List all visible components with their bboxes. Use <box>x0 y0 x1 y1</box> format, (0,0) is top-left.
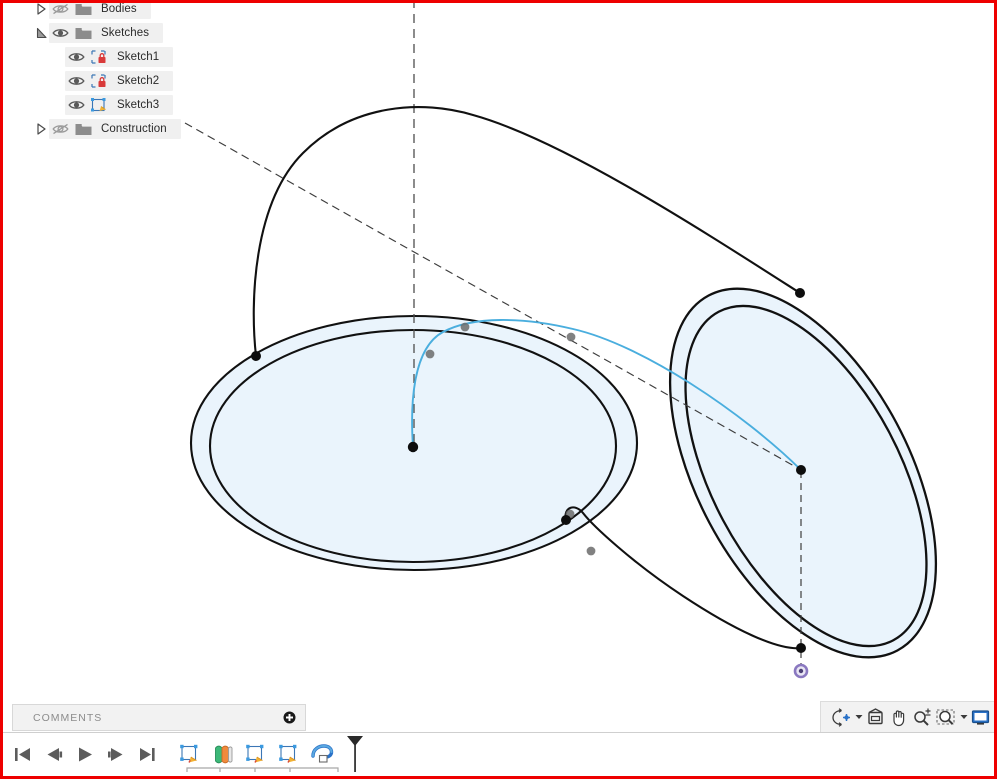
triangle-collapsed-icon[interactable] <box>33 3 49 19</box>
display-settings-icon[interactable] <box>969 704 992 730</box>
folder-icon <box>71 119 95 139</box>
browser-item-label: Sketch2 <box>117 75 160 87</box>
timeline-playback-controls[interactable] <box>3 742 159 768</box>
timeline-sketch3[interactable] <box>276 742 302 768</box>
triangle-collapsed-icon[interactable] <box>33 119 49 139</box>
timeline-feature-list[interactable] <box>177 735 364 775</box>
browser-item-label: Sketch3 <box>117 99 160 111</box>
browser-item-bodies[interactable]: Bodies <box>33 3 223 19</box>
fusion-app-window: Bodies Sketches Sketch1 Sketch2 Sketch3 … <box>0 0 997 779</box>
eye-visible-icon[interactable] <box>65 71 87 91</box>
chevron-down-icon[interactable] <box>854 714 864 720</box>
comments-title: COMMENTS <box>33 711 103 724</box>
play-icon[interactable] <box>73 742 97 768</box>
browser-item-label: Bodies <box>101 3 137 15</box>
timeline-sketch2[interactable] <box>243 742 269 768</box>
pan-hand-icon[interactable] <box>887 704 910 730</box>
eye-hidden-icon[interactable] <box>49 119 71 139</box>
plus-circle-icon[interactable] <box>283 711 296 724</box>
zoom-icon[interactable] <box>910 704 934 730</box>
skip-start-icon[interactable] <box>11 742 35 768</box>
sketch-editing-icon <box>87 95 111 115</box>
browser-tree[interactable]: Bodies Sketches Sketch1 Sketch2 Sketch3 … <box>33 3 223 143</box>
browser-item-sketches[interactable]: Sketches <box>33 23 223 43</box>
timeline-sweep[interactable] <box>309 742 335 768</box>
origin-point[interactable] <box>793 663 809 679</box>
step-back-icon[interactable] <box>42 742 66 768</box>
playhead-marker-icon[interactable] <box>346 735 364 775</box>
zoom-window-icon[interactable] <box>934 704 959 730</box>
eye-visible-icon[interactable] <box>65 47 87 67</box>
triangle-expanded-icon[interactable] <box>33 23 49 43</box>
sketch-locked-icon <box>87 47 111 67</box>
sketch-locked-icon <box>87 71 111 91</box>
look-at-icon[interactable] <box>864 704 887 730</box>
comments-panel[interactable]: COMMENTS <box>12 704 306 731</box>
timeline-loft[interactable] <box>210 742 236 768</box>
timeline-sketch1[interactable] <box>177 742 203 768</box>
browser-item-sketch3[interactable]: Sketch3 <box>49 95 223 115</box>
view-navigation-bar[interactable] <box>820 701 994 733</box>
browser-item-sketch2[interactable]: Sketch2 <box>49 71 223 91</box>
browser-item-label: Construction <box>101 123 167 135</box>
chevron-down-icon[interactable] <box>959 714 969 720</box>
timeline-bar[interactable] <box>3 732 994 776</box>
browser-item-sketch1[interactable]: Sketch1 <box>49 47 223 67</box>
browser-item-label: Sketches <box>101 27 150 39</box>
folder-icon <box>71 3 95 19</box>
eye-visible-icon[interactable] <box>65 95 87 115</box>
orbit-icon[interactable] <box>829 704 854 730</box>
browser-item-construction[interactable]: Construction <box>33 119 223 139</box>
step-forward-icon[interactable] <box>104 742 128 768</box>
browser-item-label: Sketch1 <box>117 51 160 63</box>
skip-end-icon[interactable] <box>135 742 159 768</box>
eye-hidden-icon[interactable] <box>49 3 71 19</box>
eye-visible-icon[interactable] <box>49 23 71 43</box>
folder-icon <box>71 23 95 43</box>
